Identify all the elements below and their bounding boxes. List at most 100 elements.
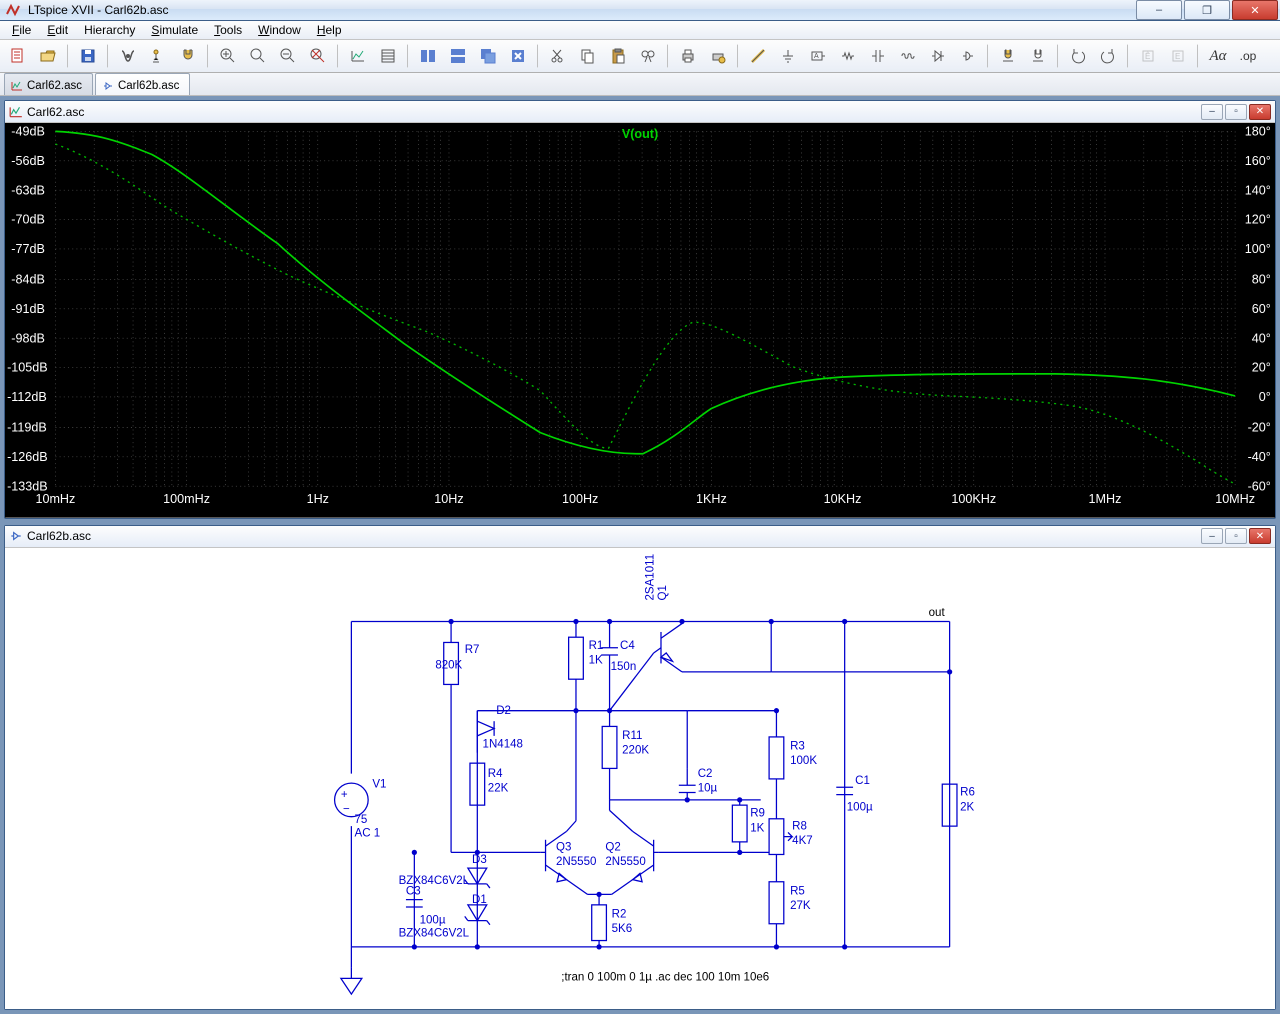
zoom-fit-icon[interactable] bbox=[304, 42, 332, 70]
svg-text:10mHz: 10mHz bbox=[35, 492, 75, 506]
plot-canvas[interactable]: -49dB -56dB -63dB -70dB -77dB -84dB -91d… bbox=[5, 123, 1275, 518]
menu-file[interactable]: File bbox=[4, 21, 39, 39]
print-icon[interactable] bbox=[674, 42, 702, 70]
mirror-icon[interactable]: E bbox=[1164, 42, 1192, 70]
undo-icon[interactable] bbox=[1064, 42, 1092, 70]
cascade-icon[interactable] bbox=[474, 42, 502, 70]
schem-window-icon bbox=[9, 529, 23, 543]
capacitor-icon[interactable] bbox=[864, 42, 892, 70]
diode-icon[interactable] bbox=[924, 42, 952, 70]
svg-text:-77dB: -77dB bbox=[11, 242, 45, 256]
halt-icon[interactable] bbox=[174, 42, 202, 70]
schem-tab-icon bbox=[102, 80, 114, 92]
svg-text:80°: 80° bbox=[1252, 273, 1271, 287]
schematic-window: Carl62b.asc – ▫ ✕ + − V1 bbox=[4, 525, 1276, 1011]
text-icon[interactable]: Aα bbox=[1204, 42, 1232, 70]
schem-minimize-button[interactable]: – bbox=[1201, 528, 1223, 544]
svg-text:-105dB: -105dB bbox=[7, 361, 48, 375]
menu-tools[interactable]: Tools bbox=[206, 21, 250, 39]
tab-label: Carl62b.asc bbox=[118, 80, 179, 92]
tab-carl62[interactable]: Carl62.asc bbox=[4, 73, 93, 95]
svg-text:Q2: Q2 bbox=[605, 841, 620, 853]
svg-text:180°: 180° bbox=[1245, 125, 1271, 139]
tile-vert-icon[interactable] bbox=[414, 42, 442, 70]
close-window-icon[interactable] bbox=[504, 42, 532, 70]
component-q3: Q3 2N5550 bbox=[540, 710, 596, 894]
tile-horiz-icon[interactable] bbox=[444, 42, 472, 70]
rotate-icon[interactable]: Ê bbox=[1134, 42, 1162, 70]
mdi-client-area: Carl62.asc – ▫ ✕ bbox=[0, 96, 1280, 1014]
ground-symbol bbox=[341, 967, 362, 993]
simulate-icon[interactable] bbox=[114, 42, 142, 70]
close-button[interactable]: ✕ bbox=[1232, 0, 1278, 20]
drag-icon[interactable] bbox=[1024, 42, 1052, 70]
paste-icon[interactable] bbox=[604, 42, 632, 70]
svg-text:C1: C1 bbox=[855, 775, 870, 787]
draw-wire-icon[interactable] bbox=[744, 42, 772, 70]
resistor-icon[interactable] bbox=[834, 42, 862, 70]
svg-text:2N5550: 2N5550 bbox=[605, 856, 645, 868]
plot-maximize-button[interactable]: ▫ bbox=[1225, 104, 1247, 120]
component-icon[interactable] bbox=[954, 42, 982, 70]
zoom-in-icon[interactable] bbox=[214, 42, 242, 70]
pick-visible-traces-icon[interactable] bbox=[374, 42, 402, 70]
svg-text:-49dB: -49dB bbox=[11, 125, 45, 139]
svg-text:1N4148: 1N4148 bbox=[483, 738, 523, 750]
svg-text:R7: R7 bbox=[465, 644, 480, 656]
schem-maximize-button[interactable]: ▫ bbox=[1225, 528, 1247, 544]
svg-text:R2: R2 bbox=[612, 908, 627, 920]
svg-text:-126dB: -126dB bbox=[7, 450, 48, 464]
menu-simulate[interactable]: Simulate bbox=[143, 21, 206, 39]
svg-text:R9: R9 bbox=[750, 807, 765, 819]
move-icon[interactable] bbox=[994, 42, 1022, 70]
svg-text:10KHz: 10KHz bbox=[824, 492, 862, 506]
svg-text:22K: 22K bbox=[488, 782, 509, 794]
trace-label: V(out) bbox=[622, 127, 658, 141]
svg-text:R8: R8 bbox=[792, 820, 807, 832]
copy-icon[interactable] bbox=[574, 42, 602, 70]
ground-icon[interactable] bbox=[774, 42, 802, 70]
svg-text:-98dB: -98dB bbox=[11, 331, 45, 345]
autorange-icon[interactable] bbox=[344, 42, 372, 70]
inductor-icon[interactable] bbox=[894, 42, 922, 70]
menu-hierarchy[interactable]: Hierarchy bbox=[76, 21, 143, 39]
svg-text:-56dB: -56dB bbox=[11, 154, 45, 168]
svg-text:1K: 1K bbox=[750, 822, 764, 834]
print-setup-icon[interactable] bbox=[704, 42, 732, 70]
save-icon[interactable] bbox=[74, 42, 102, 70]
menu-window[interactable]: Window bbox=[250, 21, 309, 39]
spice-directive-icon[interactable]: .op bbox=[1234, 42, 1262, 70]
svg-text:V1: V1 bbox=[372, 778, 386, 790]
tab-carl62b[interactable]: Carl62b.asc bbox=[95, 73, 190, 95]
minimize-button[interactable]: – bbox=[1136, 0, 1182, 20]
plot-window-title: Carl62.asc bbox=[27, 105, 84, 119]
svg-text:1MHz: 1MHz bbox=[1089, 492, 1122, 506]
cut-icon[interactable] bbox=[544, 42, 572, 70]
window-title: LTspice XVII - Carl62b.asc bbox=[28, 3, 169, 17]
run-icon[interactable] bbox=[144, 42, 172, 70]
redo-icon[interactable] bbox=[1094, 42, 1122, 70]
schematic-canvas[interactable]: + − V1 75 AC 1 R7 820K bbox=[5, 548, 1275, 1010]
svg-text:2K: 2K bbox=[960, 801, 974, 813]
svg-text:1Hz: 1Hz bbox=[307, 492, 329, 506]
find-icon[interactable] bbox=[634, 42, 662, 70]
open-icon[interactable] bbox=[34, 42, 62, 70]
plot-minimize-button[interactable]: – bbox=[1201, 104, 1223, 120]
svg-text:C4: C4 bbox=[620, 639, 635, 651]
menu-help[interactable]: Help bbox=[309, 21, 350, 39]
maximize-button[interactable]: ❐ bbox=[1184, 0, 1230, 20]
plot-close-button[interactable]: ✕ bbox=[1249, 104, 1271, 120]
schem-close-button[interactable]: ✕ bbox=[1249, 528, 1271, 544]
menu-edit[interactable]: Edit bbox=[39, 21, 76, 39]
svg-text:140°: 140° bbox=[1245, 183, 1271, 197]
svg-text:−: − bbox=[343, 803, 350, 815]
svg-text:10Hz: 10Hz bbox=[434, 492, 463, 506]
label-net-icon[interactable]: A bbox=[804, 42, 832, 70]
new-schematic-icon[interactable] bbox=[4, 42, 32, 70]
zoom-pan-icon[interactable] bbox=[244, 42, 272, 70]
svg-text:R11: R11 bbox=[622, 730, 642, 742]
component-c4 bbox=[601, 647, 618, 654]
svg-text:2N5550: 2N5550 bbox=[556, 856, 596, 868]
svg-text:-119dB: -119dB bbox=[7, 421, 47, 435]
zoom-out-icon[interactable] bbox=[274, 42, 302, 70]
